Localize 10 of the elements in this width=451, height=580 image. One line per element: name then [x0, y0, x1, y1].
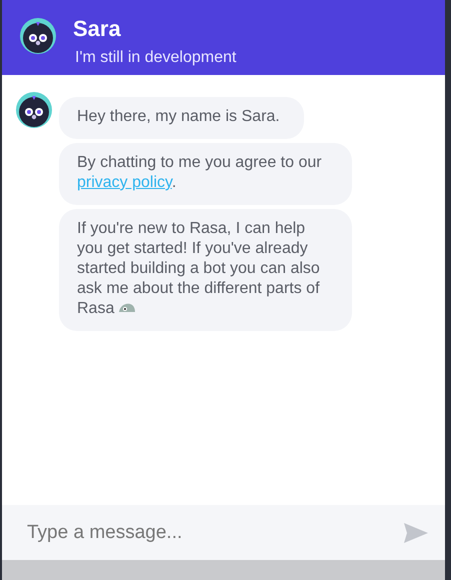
message-text: If you're new to Rasa, I can help you get started! If you've already started building a bot you can also ask me about the different parts of Rasa: [77, 220, 320, 317]
bot-avatar-icon: [16, 92, 52, 128]
message-text: Hey there, my name is Sara.: [77, 108, 280, 125]
message-text: By chatting to me you agree to our privacy policy.: [77, 154, 322, 191]
bot-status: I'm still in development: [75, 48, 236, 68]
send-icon[interactable]: [403, 522, 429, 544]
bot-avatar-icon: [20, 18, 56, 54]
privacy-link[interactable]: privacy policy: [77, 174, 172, 191]
bot-name: Sara: [73, 16, 121, 42]
message-input[interactable]: Type a message...: [2, 505, 445, 560]
